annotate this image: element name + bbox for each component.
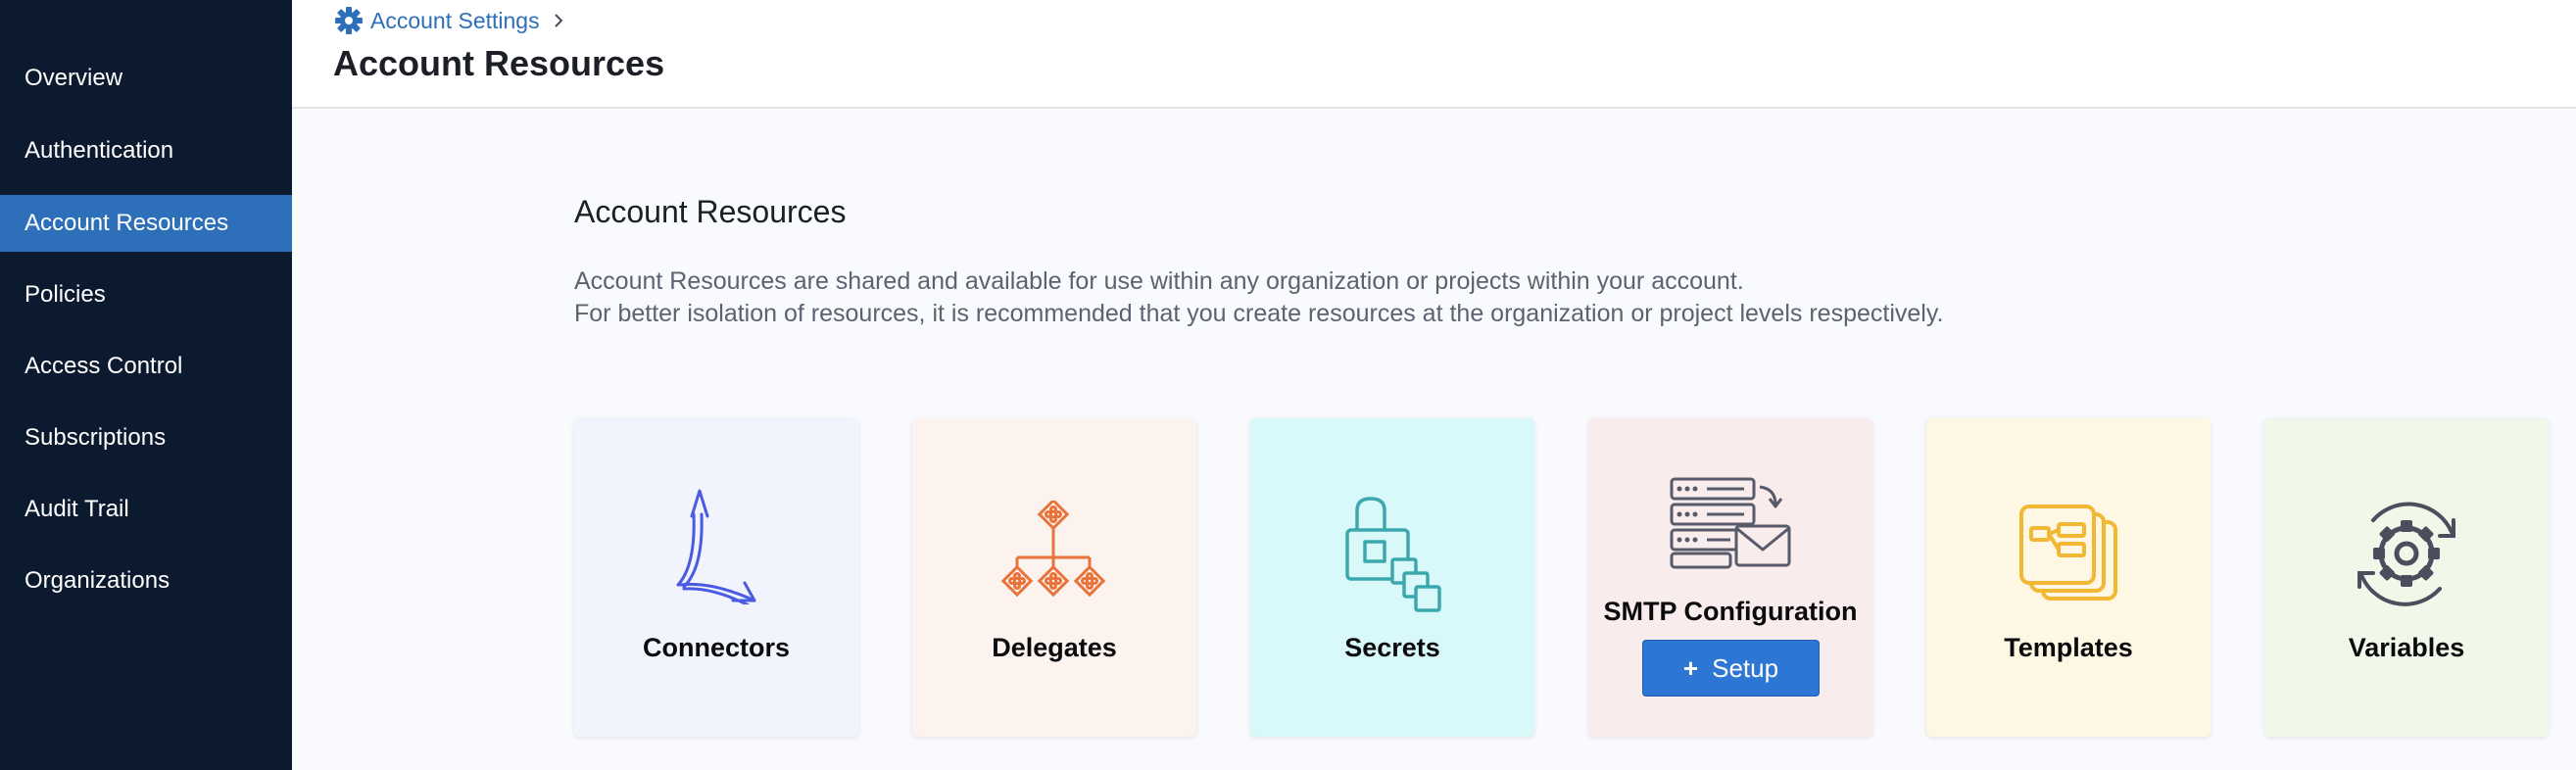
sidebar: Overview Authentication Account Resource… — [0, 0, 292, 770]
breadcrumb: Account Settings — [333, 4, 567, 37]
variables-icon — [2357, 502, 2455, 606]
sidebar-item-organizations[interactable]: Organizations — [0, 553, 292, 609]
connectors-icon — [676, 489, 756, 604]
card-label-variables: Variables — [2348, 633, 2465, 662]
templates-icon — [2019, 505, 2117, 601]
chevron-right-icon — [554, 14, 563, 27]
sidebar-item-authentication[interactable]: Authentication — [0, 122, 292, 179]
card-connectors[interactable]: Connectors — [574, 418, 858, 737]
page-header: Account Settings Account Resources — [292, 0, 2576, 109]
card-label-smtp-configuration: SMTP Configuration — [1603, 597, 1858, 626]
card-templates[interactable]: Templates — [1926, 418, 2211, 737]
card-secrets[interactable]: Secrets — [1250, 418, 1534, 737]
smtp-icon — [1670, 477, 1791, 569]
main-content: Account Resources Account Resources are … — [292, 109, 2576, 770]
sidebar-item-overview[interactable]: Overview — [0, 50, 292, 107]
delegates-icon — [1000, 501, 1106, 598]
plus-icon: + — [1682, 652, 1699, 683]
description-line-2: For better isolation of resources, it is… — [574, 300, 1944, 327]
card-label-templates: Templates — [2004, 633, 2133, 662]
setup-button-label: Setup — [1712, 652, 1779, 683]
card-smtp-configuration[interactable]: SMTP Configuration + Setup — [1588, 418, 1872, 737]
section-title: Account Resources — [574, 194, 847, 229]
breadcrumb-account-settings-link[interactable]: Account Settings — [370, 8, 540, 34]
page-title: Account Resources — [333, 43, 665, 83]
card-variables[interactable]: Variables — [2264, 418, 2549, 737]
card-label-connectors: Connectors — [642, 633, 791, 662]
description-line-1: Account Resources are shared and availab… — [574, 267, 1744, 295]
gear-icon — [335, 7, 363, 34]
card-label-delegates: Delegates — [992, 633, 1117, 662]
sidebar-item-access-control[interactable]: Access Control — [0, 338, 292, 395]
sidebar-item-account-resources[interactable]: Account Resources — [0, 195, 292, 252]
card-delegates[interactable]: Delegates — [912, 418, 1196, 737]
secrets-icon — [1345, 497, 1441, 612]
smtp-setup-button[interactable]: + Setup — [1642, 640, 1820, 697]
sidebar-item-audit-trail[interactable]: Audit Trail — [0, 481, 292, 538]
card-label-secrets: Secrets — [1344, 633, 1440, 662]
section-description: Account Resources are shared and availab… — [574, 265, 1943, 330]
sidebar-item-subscriptions[interactable]: Subscriptions — [0, 409, 292, 466]
sidebar-item-policies[interactable]: Policies — [0, 266, 292, 323]
